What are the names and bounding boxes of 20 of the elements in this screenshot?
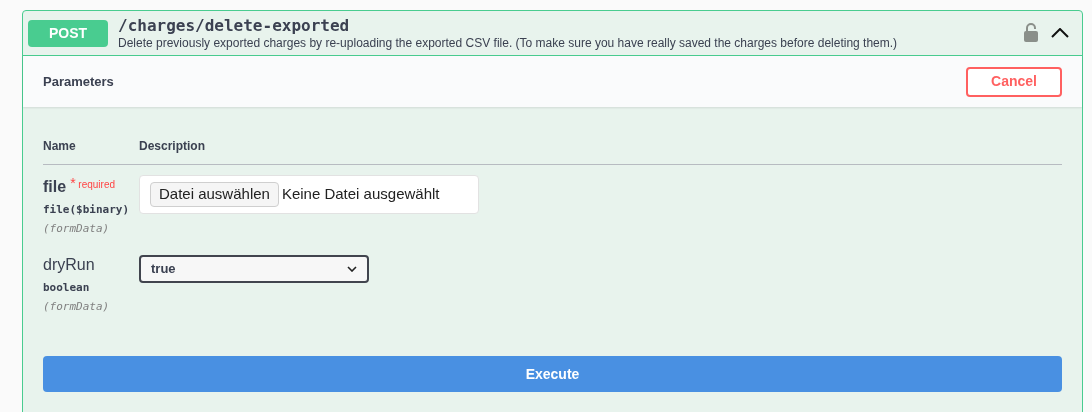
endpoint-description: Delete previously exported charges by re-uploading the exported CSV file. (To make sure you have really saved the charges before deleting them.) [118,35,899,51]
column-header: Name [43,138,77,155]
parameter-location: (formData) [43,298,111,315]
section-title: Parameters [43,72,114,91]
parameter-type: boolean [43,280,91,296]
required-marker: * required [70,174,116,193]
unlocked-lock-icon[interactable] [1023,23,1039,43]
parameter-type: file($binary) [43,202,131,218]
method-badge: POST [28,19,108,47]
parameter-name: file [43,177,67,197]
endpoint-path: /charges/delete-exported [118,15,351,36]
choose-file-button[interactable]: Datei auswählen [150,182,279,207]
chevron-up-icon[interactable] [1051,28,1069,38]
dropdown[interactable]: true [139,255,369,283]
chevron-down-icon [347,266,357,272]
column-header: Description [139,138,205,155]
file-status: Keine Datei ausgewählt [281,184,440,205]
file-input[interactable]: Datei auswählen Keine Datei ausgewählt [139,175,479,214]
parameter-location: (formData) [43,220,111,237]
parameter-name: dryRun [43,255,95,275]
